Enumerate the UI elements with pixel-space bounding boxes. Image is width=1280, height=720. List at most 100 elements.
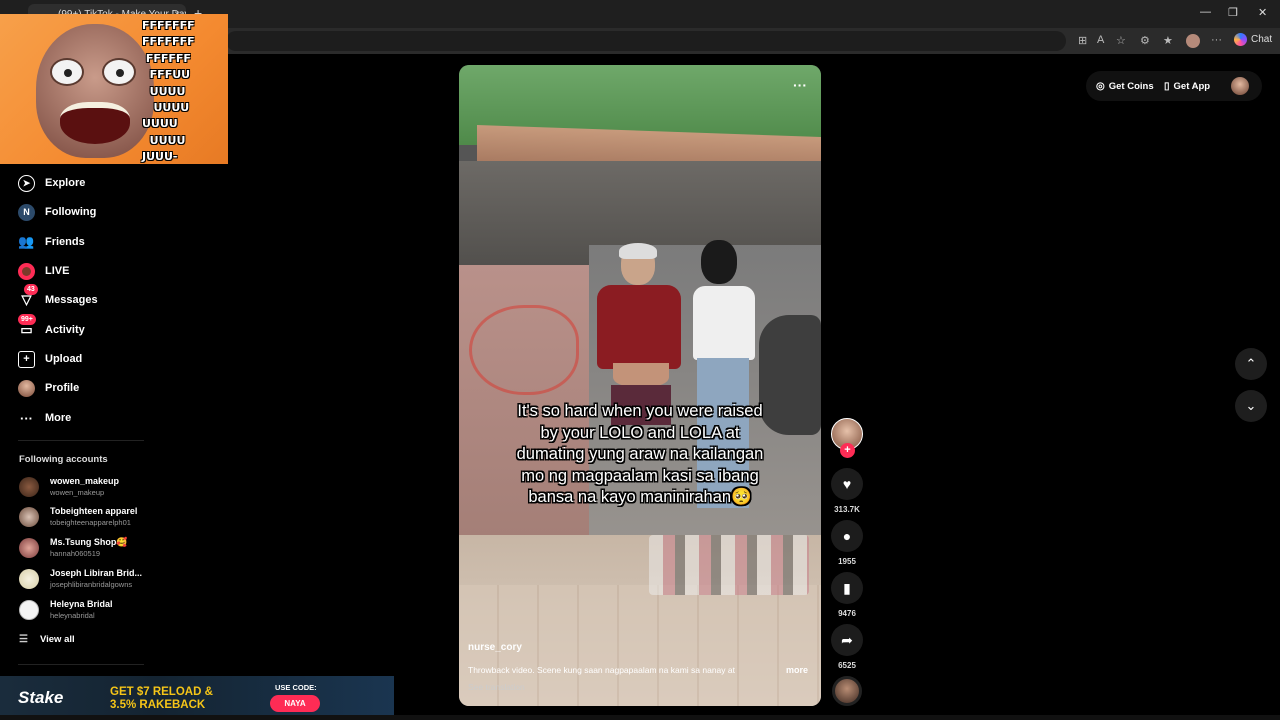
restore-button[interactable]: ❐ xyxy=(1228,6,1238,19)
sidebar-item-more[interactable]: ··· More xyxy=(18,406,71,430)
stake-ad-banner[interactable]: Stake GET $7 RELOAD & 3.5% RAKEBACK USE … xyxy=(0,676,394,720)
live-icon xyxy=(18,262,35,280)
get-coins-label: Get Coins xyxy=(1108,80,1154,92)
chevron-down-icon: ⌄ xyxy=(1245,398,1257,413)
sidebar-item-label: Explore xyxy=(45,177,86,189)
read-aloud-icon[interactable]: A xyxy=(1097,34,1104,46)
sidebar-item-explore[interactable]: ➤ Explore xyxy=(18,171,85,195)
user-avatar[interactable] xyxy=(1231,77,1249,95)
sidebar-item-live[interactable]: LIVE xyxy=(18,259,69,283)
favorites-list-icon[interactable]: ★ xyxy=(1163,34,1173,47)
account-name: Joseph Libiran Brid... xyxy=(50,568,143,578)
comment-button[interactable]: ● xyxy=(831,520,863,552)
music-disc-icon[interactable] xyxy=(832,676,862,706)
girl-shirt xyxy=(693,286,755,360)
sidebar-item-profile[interactable]: Profile xyxy=(18,376,79,400)
right-eye xyxy=(102,58,136,86)
followed-account[interactable]: wowen_makeup wowen_makeup xyxy=(19,474,199,500)
account-name: Heleyna Bridal xyxy=(50,599,113,609)
video-more-options-icon[interactable]: ··· xyxy=(793,77,807,93)
sidebar-item-activity[interactable]: ▭ 99+ Activity xyxy=(18,313,85,342)
save-button[interactable]: ▮ xyxy=(831,572,863,604)
url-field[interactable] xyxy=(226,31,1066,51)
account-avatar xyxy=(19,507,39,527)
chat-label: Chat xyxy=(1251,34,1273,46)
heart-icon: ♥ xyxy=(842,476,852,492)
account-handle: hannah060519 xyxy=(50,549,101,558)
use-code-label: USE CODE: xyxy=(275,683,317,692)
account-handle: tobeighteenapparelph01 xyxy=(50,518,131,527)
copilot-chat-button[interactable]: Chat xyxy=(1234,33,1272,46)
get-app-button[interactable]: ▯ Get App xyxy=(1164,73,1210,99)
see-translation-link[interactable]: See translation xyxy=(468,682,525,692)
screaming-mouth xyxy=(60,102,130,144)
activity-badge: 99+ xyxy=(18,313,36,325)
follow-plus-icon[interactable]: + xyxy=(840,443,855,458)
rage-face-meme: FFFFFFF FFFFFFF FFFFFF FFFUU UUUU UUUU U… xyxy=(0,14,228,164)
phone-icon: ▯ xyxy=(1164,80,1170,92)
comment-count: 1955 xyxy=(838,557,856,566)
sidebar-item-messages[interactable]: ▽ 43 Messages xyxy=(18,283,98,312)
sidebar-item-label: Following xyxy=(45,206,97,218)
upload-icon: + xyxy=(18,350,35,368)
more-icon[interactable]: ··· xyxy=(1211,34,1222,46)
description-more-link[interactable]: more xyxy=(786,665,808,675)
account-name: Tobeighteen apparel xyxy=(50,506,138,516)
followed-account[interactable]: Joseph Libiran Brid... josephlibiranbrid… xyxy=(19,566,199,592)
copilot-icon xyxy=(1234,33,1247,46)
account-avatar xyxy=(19,569,39,589)
sidebar-item-label: Profile xyxy=(45,382,80,394)
account-handle: heleynabridal xyxy=(50,611,95,620)
sidebar: ➤ Explore N Following 👥 Friends LIVE ▽ 43… xyxy=(0,164,228,676)
friends-icon: 👥 xyxy=(18,234,35,249)
taskbar-edge xyxy=(0,715,1280,720)
profile-avatar xyxy=(18,379,35,397)
followed-account[interactable]: Tobeighteen apparel tobeighteenapparelph… xyxy=(19,504,199,530)
sidebar-item-following[interactable]: N Following xyxy=(18,200,96,224)
compass-icon: ➤ xyxy=(18,174,35,192)
get-app-label: Get App xyxy=(1173,80,1211,92)
account-name: wowen_makeup xyxy=(50,476,120,486)
video-player[interactable]: ··· It's so hard when you were raised by… xyxy=(459,65,821,706)
following-icon: N xyxy=(18,203,35,221)
sidebar-item-label: More xyxy=(45,412,72,424)
man-hair xyxy=(619,243,657,259)
rage-face-illustration xyxy=(36,24,154,158)
sidebar-item-friends[interactable]: 👥 Friends xyxy=(18,230,84,254)
share-button[interactable]: ➦ xyxy=(831,624,863,656)
followed-account[interactable]: Heleyna Bridal heleynabridal xyxy=(19,597,199,623)
account-handle: wowen_makeup xyxy=(50,488,105,497)
sidebar-item-label: Messages xyxy=(45,294,98,306)
share-count: 6525 xyxy=(838,661,856,670)
account-avatar xyxy=(19,600,39,620)
messages-badge: 43 xyxy=(24,283,38,295)
extension-icon[interactable]: ⚙ xyxy=(1140,34,1150,47)
next-video-button[interactable]: ⌄ xyxy=(1235,390,1267,422)
grid-icon[interactable]: ⊞ xyxy=(1078,34,1087,47)
video-author[interactable]: nurse_cory xyxy=(468,642,522,653)
profile-icon[interactable] xyxy=(1186,34,1200,48)
meme-text: FFFFFFF FFFFFFF FFFFFF FFFUU UUUU UUUU U… xyxy=(142,19,195,164)
like-button[interactable]: ♥ xyxy=(831,468,863,500)
followed-account[interactable]: Ms.Tsung Shop🥰 hannah060519 xyxy=(19,535,199,561)
video-caption: It's so hard when you were raised by you… xyxy=(516,402,764,507)
sidebar-item-upload[interactable]: + Upload xyxy=(18,347,82,371)
ad-offer-line2: 3.5% RAKEBACK xyxy=(110,699,206,711)
sidebar-item-label: Upload xyxy=(45,353,83,365)
get-coins-button[interactable]: ◎ Get Coins xyxy=(1096,73,1154,99)
more-dots-icon: ··· xyxy=(20,410,33,426)
window-close-button[interactable]: ✕ xyxy=(1258,6,1267,19)
girl-head xyxy=(701,240,737,284)
view-all-link[interactable]: ☰ View all xyxy=(19,634,75,645)
share-icon: ➦ xyxy=(841,631,853,648)
scene-girl xyxy=(687,240,767,560)
list-icon: ☰ xyxy=(19,634,28,645)
messages-icon: ▽ 43 xyxy=(18,283,38,309)
favorite-icon[interactable]: ☆ xyxy=(1116,34,1126,47)
minimize-button[interactable]: — xyxy=(1200,6,1211,18)
previous-video-button[interactable]: ⌃ xyxy=(1235,348,1267,380)
account-handle: josephlibiranbridalgowns xyxy=(50,580,133,589)
video-description: Throwback video. Scene kung saan nagpapa… xyxy=(468,665,735,675)
chevron-up-icon: ⌃ xyxy=(1245,356,1257,371)
save-count: 9476 xyxy=(838,609,856,618)
